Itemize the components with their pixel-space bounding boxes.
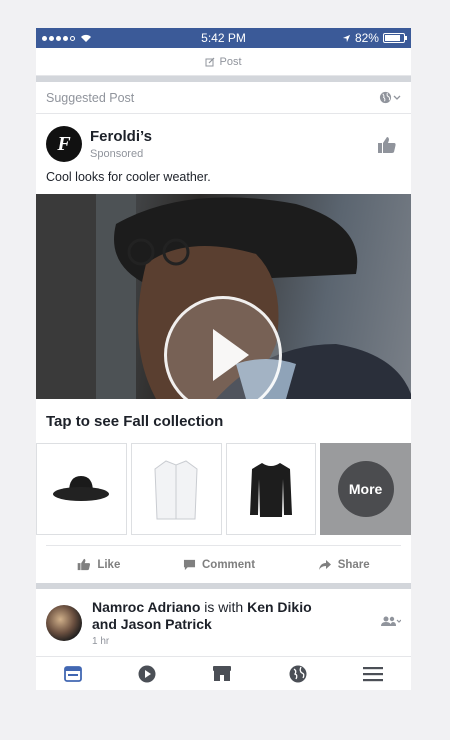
ad-video[interactable]	[36, 194, 411, 399]
friends-icon	[381, 616, 402, 626]
like-page-icon[interactable]	[377, 136, 397, 154]
comment-icon	[183, 559, 196, 570]
shirt-image	[154, 460, 198, 520]
menu-icon[interactable]	[362, 666, 383, 682]
ad-caption: Cool looks for cooler weather.	[46, 170, 211, 184]
like-label: Like	[97, 558, 121, 571]
comment-label: Comment	[202, 558, 256, 571]
avatar[interactable]	[46, 605, 82, 641]
product-sweater[interactable]	[225, 443, 317, 535]
battery-icon	[382, 33, 407, 43]
status-bar: 5:42 PM 82%	[36, 28, 411, 48]
sponsored-label: Sponsored	[90, 148, 144, 160]
product-shirt[interactable]	[130, 443, 222, 535]
post-button[interactable]: Post	[36, 48, 411, 76]
product-hat[interactable]	[36, 443, 127, 535]
collection-title[interactable]: Tap to see Fall collection	[36, 399, 411, 443]
phone-screen: 5:42 PM 82% Post Suggested Post F Ferold…	[36, 28, 411, 690]
share-label: Share	[337, 558, 370, 571]
suggested-post-label: Suggested Post	[46, 90, 135, 105]
comment-button[interactable]: Comment	[183, 559, 255, 571]
ad-author-row: F Feroldi’s Sponsored	[36, 114, 411, 164]
audience-dropdown[interactable]	[379, 91, 401, 104]
tagged-friend-1[interactable]: Ken Dikio	[247, 599, 312, 615]
story-title: Namroc Adriano is with Ken Dikio and Jas…	[92, 599, 312, 647]
edit-icon	[205, 57, 215, 66]
story-header: Namroc Adriano is with Ken Dikio and Jas…	[36, 589, 411, 653]
globe-icon[interactable]	[289, 665, 307, 683]
tagged-friend-2[interactable]: Jason Patrick	[121, 616, 212, 632]
post-label: Post	[219, 55, 242, 68]
and-text: and	[92, 616, 121, 632]
advertiser-name[interactable]: Feroldi’s	[90, 128, 152, 145]
marketplace-icon[interactable]	[212, 665, 232, 682]
product-carousel: More	[36, 443, 411, 535]
story-author[interactable]: Namroc Adriano	[92, 599, 200, 615]
chevron-down-icon	[393, 95, 401, 100]
news-feed-icon[interactable]	[64, 665, 82, 682]
sweater-image	[249, 463, 292, 517]
with-text: is with	[200, 599, 248, 615]
more-products-button[interactable]: More	[320, 443, 411, 535]
share-button[interactable]: Share	[318, 559, 370, 571]
suggested-post-header: Suggested Post	[36, 82, 411, 114]
friends-audience-dropdown[interactable]	[381, 613, 402, 631]
share-icon	[318, 559, 331, 570]
signal-icon	[42, 34, 132, 43]
hat-image	[53, 476, 110, 501]
thumbs-up-icon	[78, 558, 91, 571]
tab-bar	[36, 656, 411, 690]
battery-percent: 82%	[354, 31, 379, 45]
action-bar: Like Comment Share	[46, 545, 401, 583]
story-time: 1 hr	[92, 636, 110, 647]
brand-logo-letter: F	[57, 132, 71, 155]
location-icon	[342, 34, 351, 42]
more-label: More	[337, 461, 394, 517]
video-icon[interactable]	[138, 665, 156, 683]
like-button[interactable]: Like	[77, 558, 120, 571]
brand-logo[interactable]: F	[46, 126, 82, 162]
globe-icon	[379, 91, 392, 104]
status-time: 5:42 PM	[201, 31, 246, 45]
